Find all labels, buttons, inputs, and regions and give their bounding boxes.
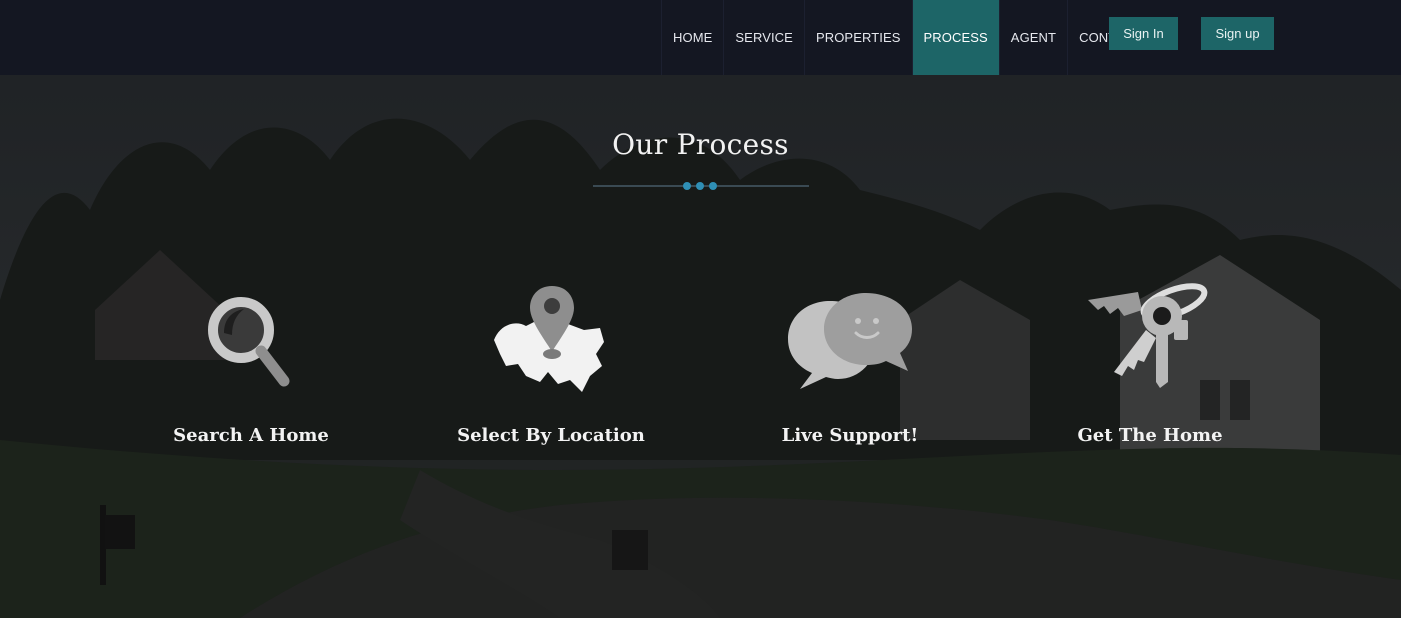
step-label: Live Support! bbox=[781, 425, 919, 446]
step-label: Get The Home bbox=[1077, 425, 1223, 446]
process-step-support: Live Support! bbox=[730, 280, 970, 446]
title-divider bbox=[593, 182, 809, 190]
step-label: Search A Home bbox=[173, 425, 329, 446]
section-title: Our Process bbox=[612, 128, 789, 161]
process-step-search: Search A Home bbox=[131, 280, 371, 446]
divider-dot bbox=[683, 182, 691, 190]
process-step-location: Select By Location bbox=[431, 280, 671, 446]
nav-properties[interactable]: PROPERTIES bbox=[803, 0, 912, 75]
nav-home[interactable]: HOME bbox=[661, 0, 723, 75]
magnifier-icon bbox=[131, 280, 371, 400]
nav-service[interactable]: SERVICE bbox=[723, 0, 804, 75]
sign-up-button[interactable]: Sign up bbox=[1201, 17, 1274, 50]
nav-process[interactable]: PROCESS bbox=[911, 0, 999, 75]
keys-icon bbox=[1030, 280, 1270, 400]
map-pin-icon bbox=[431, 280, 671, 400]
sign-in-button[interactable]: Sign In bbox=[1109, 17, 1178, 50]
chat-bubbles-icon bbox=[730, 280, 970, 400]
process-step-get-home: Get The Home bbox=[1030, 280, 1270, 446]
divider-dot bbox=[709, 182, 717, 190]
divider-dot bbox=[696, 182, 704, 190]
page: HOME SERVICE PROPERTIES PROCESS AGENT CO… bbox=[0, 0, 1401, 618]
step-label: Select By Location bbox=[457, 425, 645, 446]
nav-agent[interactable]: AGENT bbox=[998, 0, 1067, 75]
main-nav: HOME SERVICE PROPERTIES PROCESS AGENT CO… bbox=[661, 0, 1153, 75]
